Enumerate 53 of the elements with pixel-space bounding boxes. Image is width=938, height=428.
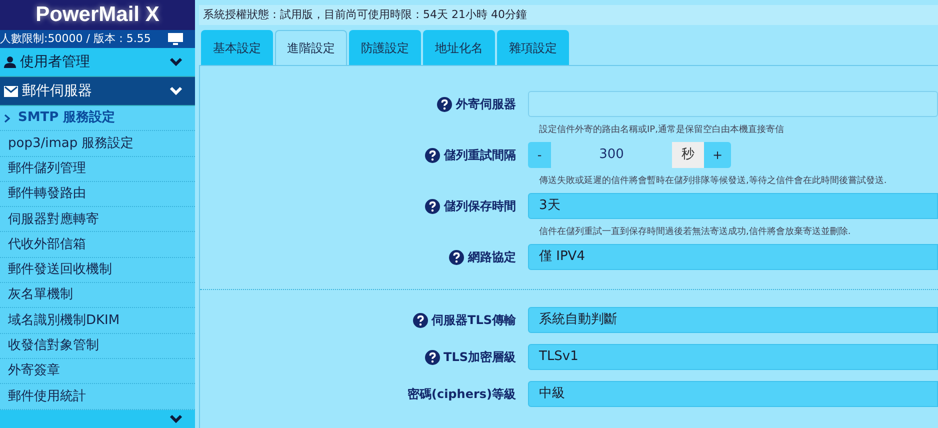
hint-text: 傳送失敗或延遲的信件將會暫時在儲列排隊等候發送,等待之信件會在此時間後嘗試發送.: [539, 176, 887, 186]
chevron-down-icon: [169, 86, 183, 96]
tab[interactable]: 地址化名: [423, 30, 495, 65]
user-icon: [4, 56, 16, 68]
sidebar-item[interactable]: SMTP 服務設定: [0, 106, 195, 132]
text-field[interactable]: [528, 91, 938, 117]
select-field[interactable]: 僅 IPV4: [528, 244, 938, 270]
field-label: 儲列重試間隔: [444, 147, 516, 164]
tab[interactable]: 進階設定: [275, 30, 347, 65]
field-label: 伺服器TLS傳輸: [432, 312, 516, 329]
license-info: 人數限制:50000 / 版本：5.55: [0, 30, 151, 47]
monitor-icon[interactable]: [168, 33, 183, 45]
unit-label: 秒: [672, 142, 704, 168]
field-label: TLS加密層級: [444, 349, 516, 366]
help-icon[interactable]: [424, 350, 440, 364]
sidebar-item[interactable]: 郵件儲列管理: [0, 156, 195, 182]
field-label: 外寄伺服器: [456, 96, 516, 113]
help-icon[interactable]: [449, 250, 464, 264]
sidebar-item[interactable]: 收發信對象管制: [0, 334, 195, 359]
chevron-down-icon: [169, 57, 183, 67]
decrement-button[interactable]: -: [528, 142, 551, 168]
tab[interactable]: 雜項設定: [497, 30, 569, 65]
help-icon[interactable]: [425, 198, 440, 214]
sidebar-item[interactable]: 域名識別機制DKIM: [0, 308, 195, 334]
app-title: PowerMail X: [0, 0, 195, 30]
chevron-down-icon: [169, 414, 183, 424]
license-status-bar: 系統授權狀態：試用版，目前尚可使用時限：54天 21小時 40分鐘: [199, 5, 938, 25]
field-label: 網路協定: [468, 249, 516, 266]
select-field[interactable]: 中級: [528, 381, 938, 407]
sidebar-item[interactable]: pop3/imap 服務設定: [0, 131, 195, 157]
sidebar-item[interactable]: 代收外部信箱: [0, 232, 195, 258]
tab[interactable]: 防護設定: [349, 30, 421, 65]
sidebar-item[interactable]: 郵件發送回收機制: [0, 258, 195, 284]
select-field[interactable]: TLSv1: [528, 344, 938, 370]
sidebar-item[interactable]: 外寄簽章: [0, 358, 195, 384]
sidebar-section[interactable]: 使用者管理: [0, 48, 195, 77]
hint-text: 信件在儲列重試一直到保存時間過後若無法寄送成功,信件將會放棄寄送並刪除.: [539, 227, 851, 237]
help-icon[interactable]: [425, 148, 440, 162]
select-field[interactable]: 系統自動判斷: [528, 307, 938, 333]
help-icon[interactable]: [437, 96, 452, 112]
hint-text: 設定信件外寄的路由名稱或IP,通常是保留空白由本機直接寄信: [539, 125, 784, 135]
sidebar-section[interactable]: 郵件伺服器: [0, 77, 195, 106]
tab[interactable]: 基本設定: [201, 30, 273, 65]
select-field[interactable]: 3天: [528, 193, 938, 219]
envelope-icon: [4, 86, 18, 96]
field-label: 密碼(ciphers)等級: [407, 386, 516, 403]
sidebar-item[interactable]: 灰名單機制: [0, 283, 195, 308]
field-label: 儲列保存時間: [444, 198, 516, 215]
increment-button[interactable]: +: [704, 142, 731, 168]
chevron-right-icon: [4, 114, 10, 123]
sidebar-item[interactable]: 郵件轉發路由: [0, 182, 195, 208]
help-icon[interactable]: [412, 312, 428, 328]
sidebar-item[interactable]: 伺服器對應轉寄: [0, 207, 195, 232]
